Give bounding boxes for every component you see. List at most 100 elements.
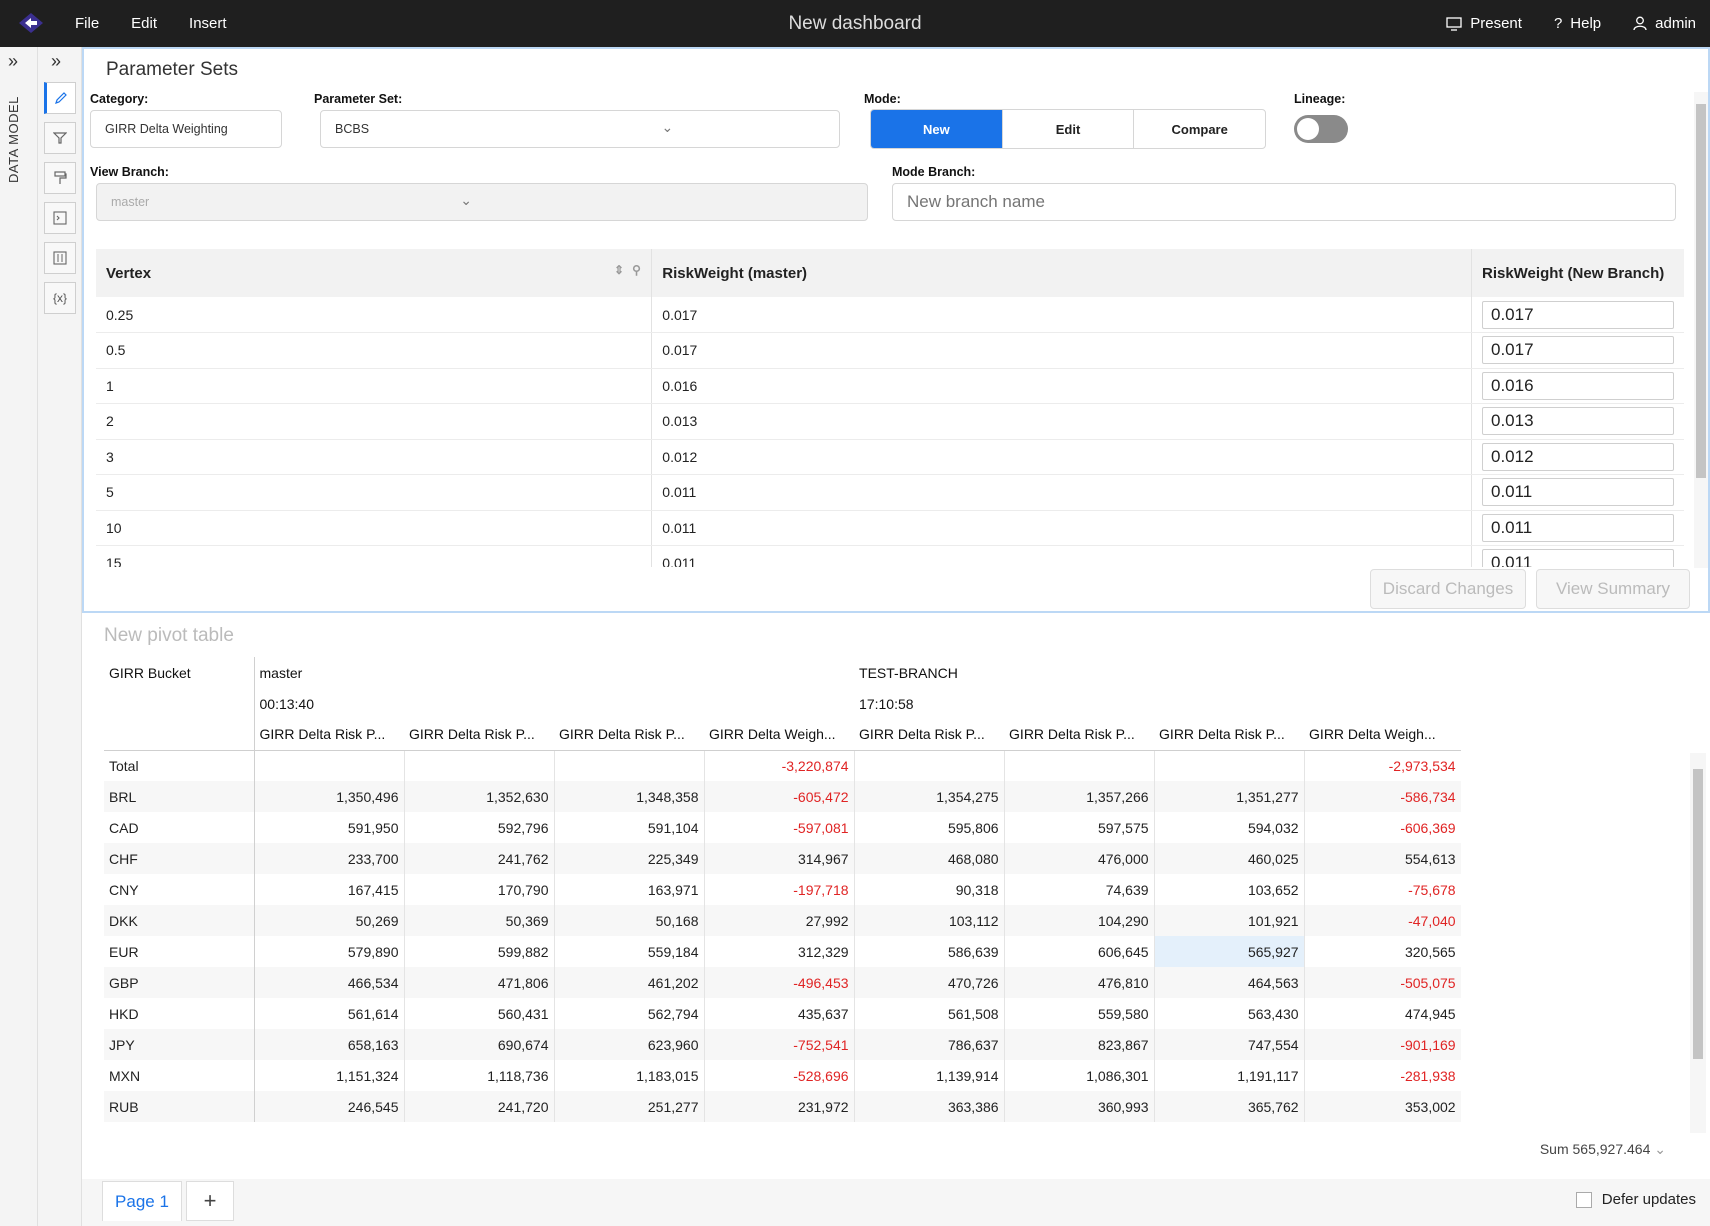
pivot-cell[interactable]: 1,350,496 (254, 781, 405, 812)
pivot-cell[interactable]: 470,726 (854, 967, 1005, 998)
pivot-cell[interactable] (1004, 750, 1155, 781)
bucket-label[interactable]: JPY (104, 1029, 255, 1060)
bucket-label[interactable]: DKK (104, 905, 255, 936)
pivot-cell[interactable]: 320,565 (1304, 936, 1461, 967)
riskweight-new-input[interactable] (1481, 336, 1674, 365)
help-button[interactable]: ? Help (1554, 15, 1601, 32)
defer-updates[interactable]: Defer updates (1575, 1191, 1696, 1208)
lineage-toggle[interactable] (1294, 115, 1348, 143)
discard-changes-button[interactable]: Discard Changes (1370, 569, 1526, 609)
measure-header[interactable]: GIRR Delta Risk P... (854, 719, 1005, 751)
pivot-cell[interactable]: 101,921 (1154, 905, 1305, 936)
pivot-cell[interactable]: 1,348,358 (554, 781, 705, 812)
search-icon[interactable]: ⚲ (632, 263, 641, 277)
pivot-cell[interactable]: 170,790 (404, 874, 555, 905)
riskweight-new-input[interactable] (1481, 513, 1674, 542)
pencil-icon[interactable] (44, 82, 76, 114)
menu-file[interactable]: File (75, 15, 99, 32)
pivot-cell[interactable]: 1,191,117 (1154, 1060, 1305, 1091)
pivot-cell[interactable]: 595,806 (854, 812, 1005, 843)
riskweight-new-input[interactable] (1481, 478, 1674, 507)
pivot-cell[interactable]: 466,534 (254, 967, 405, 998)
pivot-cell[interactable]: 561,614 (254, 998, 405, 1029)
menu-edit[interactable]: Edit (131, 15, 157, 32)
pivot-cell[interactable]: 591,104 (554, 812, 705, 843)
pivot-cell[interactable]: 476,000 (1004, 843, 1155, 874)
sort-icon[interactable]: ⇕ (614, 263, 624, 277)
bucket-label[interactable]: CHF (104, 843, 255, 874)
pivot-cell[interactable]: 471,806 (404, 967, 555, 998)
pivot-cell[interactable]: -528,696 (704, 1060, 855, 1091)
pivot-cell[interactable]: -197,718 (704, 874, 855, 905)
mode-edit-button[interactable]: Edit (1003, 110, 1135, 148)
pivot-cell[interactable]: 586,639 (854, 936, 1005, 967)
riskweight-new-input[interactable] (1481, 442, 1674, 471)
scrollbar-thumb[interactable] (1693, 769, 1703, 1059)
pivot-cell[interactable] (254, 750, 405, 781)
pivot-cell[interactable]: 690,674 (404, 1029, 555, 1060)
measure-header[interactable]: GIRR Delta Risk P... (254, 719, 404, 751)
sliders-icon[interactable] (44, 242, 76, 274)
bucket-label[interactable]: CAD (104, 812, 255, 843)
parameter-table-scrollbar[interactable] (1694, 92, 1708, 568)
pivot-cell[interactable]: -496,453 (704, 967, 855, 998)
mode-compare-button[interactable]: Compare (1134, 110, 1265, 148)
pivot-cell[interactable]: 27,992 (704, 905, 855, 936)
pivot-cell[interactable]: 241,720 (404, 1091, 555, 1122)
pivot-cell[interactable]: 246,545 (254, 1091, 405, 1122)
pivot-cell[interactable]: 460,025 (1154, 843, 1305, 874)
pivot-cell[interactable]: 579,890 (254, 936, 405, 967)
pivot-cell[interactable]: 594,032 (1154, 812, 1305, 843)
scrollbar-thumb[interactable] (1696, 104, 1706, 478)
pivot-cell[interactable]: 1,151,324 (254, 1060, 405, 1091)
pivot-cell[interactable]: 103,112 (854, 905, 1005, 936)
pivot-cell[interactable]: 1,118,736 (404, 1060, 555, 1091)
pivot-cell[interactable]: 90,318 (854, 874, 1005, 905)
pivot-cell[interactable]: 623,960 (554, 1029, 705, 1060)
view-branch-select[interactable]: master ⌄ (96, 183, 868, 221)
pivot-cell[interactable]: 50,269 (254, 905, 405, 936)
view-summary-button[interactable]: View Summary (1536, 569, 1690, 609)
category-field[interactable]: GIRR Delta Weighting (90, 110, 282, 148)
row-header-girr-bucket[interactable]: GIRR Bucket (104, 657, 255, 688)
pivot-cell[interactable] (404, 750, 555, 781)
pivot-cell[interactable]: 1,139,914 (854, 1060, 1005, 1091)
pivot-scrollbar[interactable] (1690, 753, 1706, 1133)
variable-icon[interactable]: {x} (44, 282, 76, 314)
pivot-cell[interactable]: 1,351,277 (1154, 781, 1305, 812)
riskweight-new-input[interactable] (1481, 371, 1674, 400)
pivot-cell[interactable]: 461,202 (554, 967, 705, 998)
pivot-cell[interactable]: 592,796 (404, 812, 555, 843)
pivot-cell[interactable]: 104,290 (1004, 905, 1155, 936)
defer-updates-checkbox[interactable] (1575, 1191, 1592, 1208)
measure-header[interactable]: GIRR Delta Risk P... (1004, 719, 1155, 751)
pivot-cell[interactable]: 435,637 (704, 998, 855, 1029)
pivot-cell[interactable]: 50,168 (554, 905, 705, 936)
pivot-cell[interactable]: 559,580 (1004, 998, 1155, 1029)
user-menu[interactable]: admin (1633, 15, 1696, 32)
pivot-cell[interactable]: -586,734 (1304, 781, 1461, 812)
pivot-cell[interactable]: 231,972 (704, 1091, 855, 1122)
pivot-cell[interactable]: 233,700 (254, 843, 405, 874)
measure-header[interactable]: GIRR Delta Risk P... (1154, 719, 1305, 751)
measure-header[interactable]: GIRR Delta Weigh... (1304, 719, 1461, 751)
bucket-label[interactable]: MXN (104, 1060, 255, 1091)
pivot-cell[interactable]: 464,563 (1154, 967, 1305, 998)
pivot-cell[interactable]: 365,762 (1154, 1091, 1305, 1122)
pivot-cell[interactable]: -606,369 (1304, 812, 1461, 843)
pivot-cell[interactable]: 562,794 (554, 998, 705, 1029)
measure-header[interactable]: GIRR Delta Risk P... (554, 719, 704, 751)
pivot-cell[interactable]: 658,163 (254, 1029, 405, 1060)
pivot-cell[interactable]: 474,945 (1304, 998, 1461, 1029)
bucket-label[interactable]: Total (104, 750, 255, 781)
branch-header-master[interactable]: master (254, 657, 854, 688)
pivot-cell[interactable]: 1,354,275 (854, 781, 1005, 812)
pivot-cell[interactable]: 476,810 (1004, 967, 1155, 998)
pivot-cell[interactable]: -2,973,534 (1304, 750, 1461, 781)
riskweight-new-input[interactable] (1481, 407, 1674, 436)
pivot-cell[interactable]: 167,415 (254, 874, 405, 905)
pivot-cell[interactable] (554, 750, 705, 781)
pivot-cell[interactable]: 597,575 (1004, 812, 1155, 843)
pivot-cell[interactable]: 241,762 (404, 843, 555, 874)
selection-sum[interactable]: Sum 565,927.464 ⌄ (1540, 1141, 1666, 1158)
